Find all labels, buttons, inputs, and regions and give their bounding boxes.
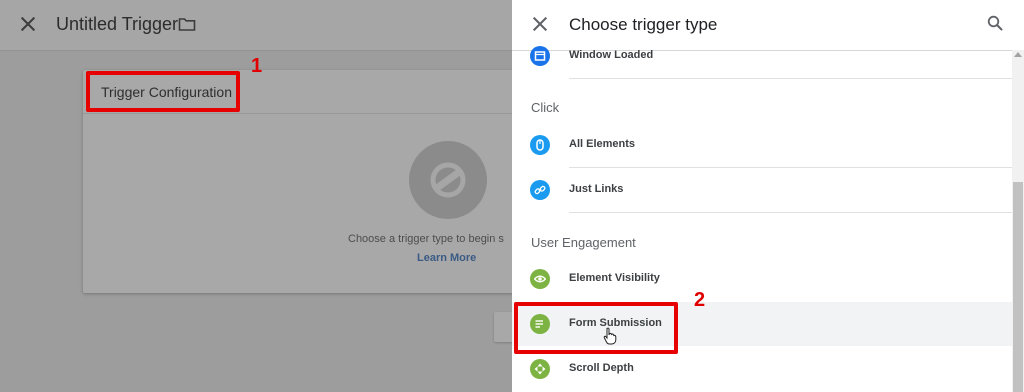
eye-icon (530, 269, 550, 289)
highlight-box-1 (86, 71, 240, 112)
close-icon[interactable] (533, 17, 547, 31)
trigger-type-label: All Elements (569, 138, 636, 150)
divider (83, 113, 523, 114)
category-user-engagement: User Engagement (531, 235, 636, 250)
trigger-type-label: Scroll Depth (569, 362, 634, 374)
hand-cursor-icon (603, 327, 617, 345)
trigger-type-label: Just Links (569, 183, 624, 195)
search-icon[interactable] (987, 15, 1003, 31)
link-icon (530, 180, 550, 200)
folder-icon[interactable] (178, 17, 196, 32)
mouse-icon (530, 135, 550, 155)
close-icon[interactable] (21, 17, 35, 31)
trigger-type-all-elements[interactable]: All Elements (512, 123, 1012, 167)
window-icon (530, 46, 550, 66)
step-number-2: 2 (694, 289, 706, 311)
trigger-type-just-links[interactable]: Just Links (512, 168, 1012, 212)
choose-trigger-prompt: Choose a trigger type to begin s (348, 233, 504, 245)
trigger-type-label: Element Visibility (569, 272, 660, 284)
scroll-up-arrow-icon[interactable] (1014, 52, 1022, 57)
trigger-type-element-visibility[interactable]: Element Visibility (512, 257, 1012, 301)
panel-title: Choose trigger type (569, 15, 718, 34)
scrollbar-thumb[interactable] (1013, 182, 1023, 392)
learn-more-link[interactable]: Learn More (417, 252, 476, 264)
editor-header: Untitled Trigger (0, 0, 512, 51)
scroll-icon (530, 359, 550, 379)
step-number-1: 1 (251, 55, 263, 77)
trigger-placeholder-icon[interactable] (409, 141, 487, 219)
trigger-name[interactable]: Untitled Trigger (56, 14, 178, 35)
trigger-type-label: Window Loaded (569, 49, 654, 61)
highlight-box-2 (514, 302, 678, 354)
category-click: Click (531, 100, 560, 115)
divider (569, 78, 1012, 79)
divider (569, 212, 1012, 213)
trigger-type-window-loaded[interactable]: Window Loaded (512, 34, 1012, 78)
